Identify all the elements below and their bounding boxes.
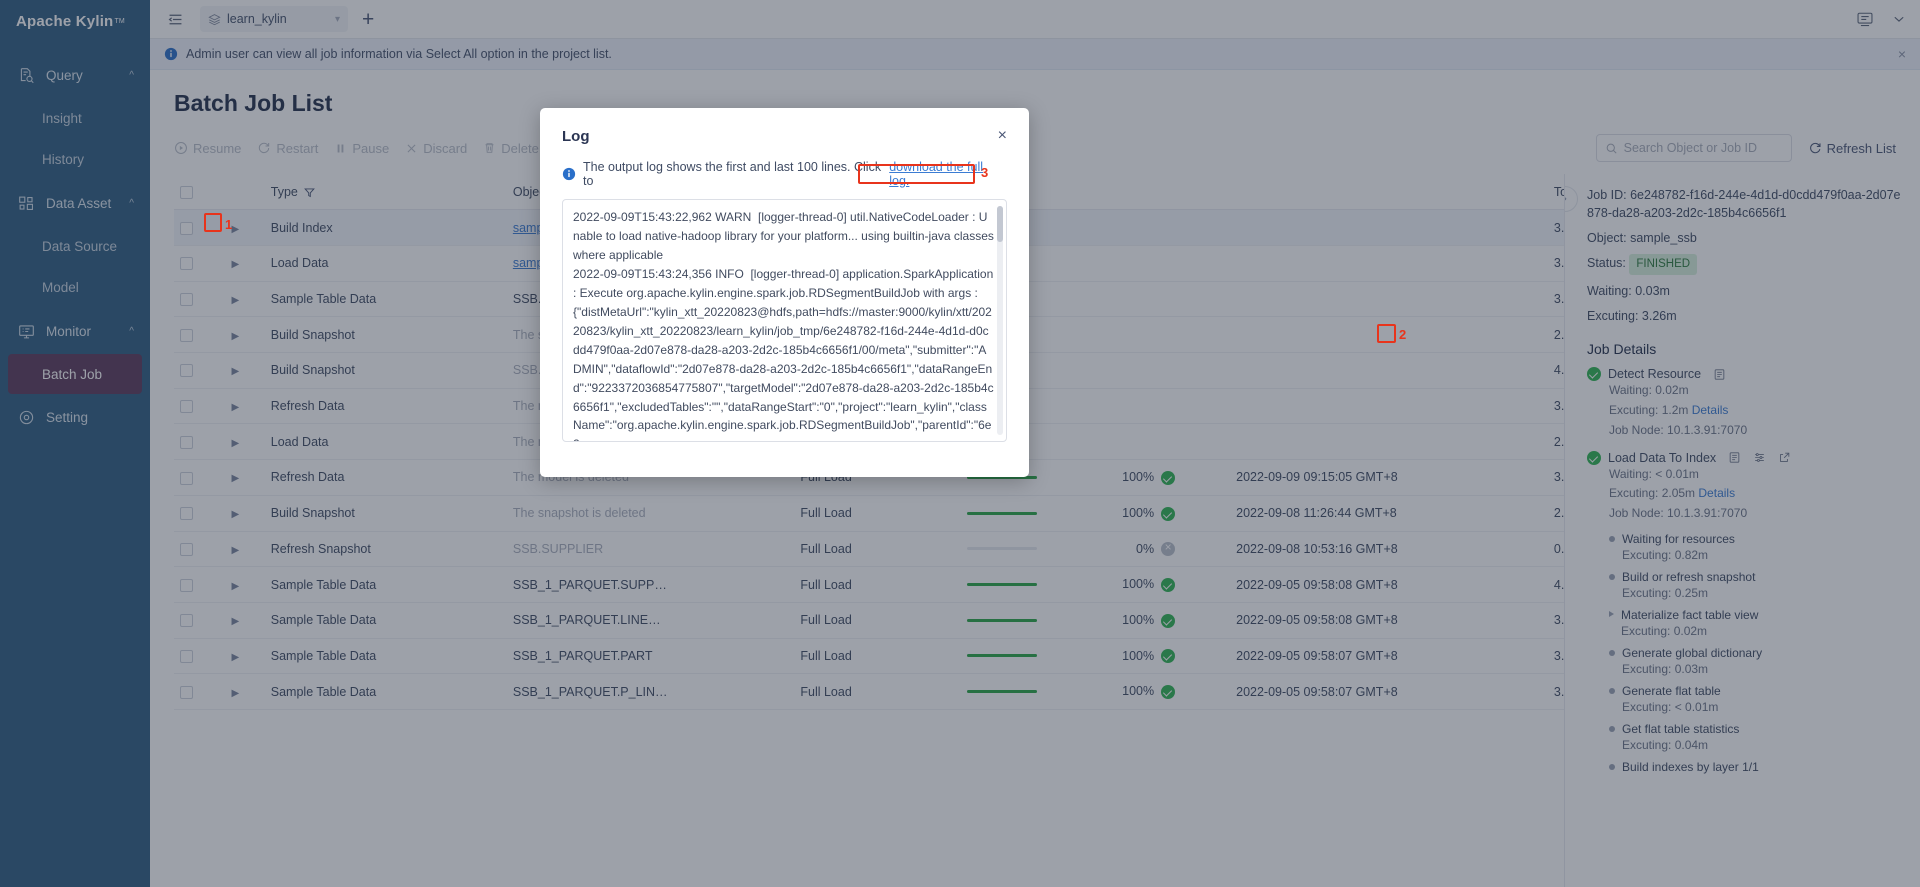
- annotation-number-2: 2: [1399, 327, 1406, 342]
- close-icon[interactable]: ×: [998, 128, 1007, 144]
- app-root: Apache KylinTM Query ^ Insight History: [0, 0, 1920, 887]
- log-dialog-title: Log: [562, 128, 590, 145]
- log-textarea[interactable]: 2022-09-09T15:43:22,962 WARN [logger-thr…: [562, 199, 1007, 442]
- log-info-text: The output log shows the first and last …: [583, 160, 885, 188]
- annotation-number-3: 3: [981, 165, 988, 180]
- log-dialog: Log × The output log shows the first and…: [540, 108, 1029, 477]
- download-full-log-link[interactable]: download the full log.: [889, 160, 983, 188]
- log-scrollbar-thumb[interactable]: [997, 206, 1003, 242]
- log-content: 2022-09-09T15:43:22,962 WARN [logger-thr…: [563, 200, 1006, 441]
- log-dialog-header: Log ×: [540, 108, 1029, 145]
- download-link-wrapper: download the full log.: [885, 159, 1007, 189]
- info-icon: [562, 167, 576, 181]
- annotation-number-1: 1: [225, 217, 232, 232]
- log-info-row: The output log shows the first and last …: [540, 145, 1029, 189]
